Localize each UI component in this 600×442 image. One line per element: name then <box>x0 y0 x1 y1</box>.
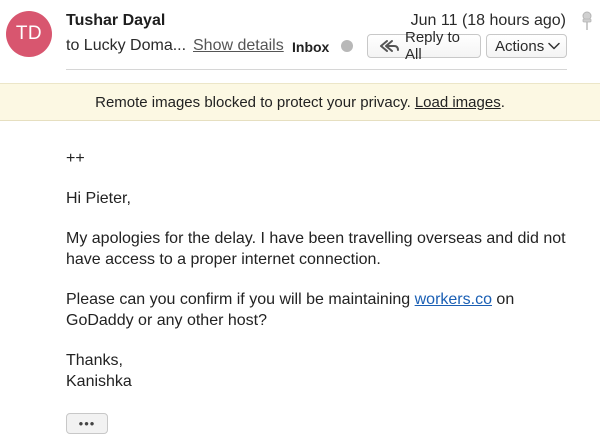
message-header: TD Tushar Dayal Jun 11 (18 hours ago) to… <box>0 0 600 84</box>
message-greeting: Hi Pieter, <box>66 190 131 207</box>
chevron-down-icon <box>548 42 560 50</box>
header-divider <box>66 69 567 70</box>
signature-text: Kanishka <box>66 373 132 390</box>
signoff-text: Thanks, <box>66 352 123 369</box>
sender-name[interactable]: Tushar Dayal <box>66 12 165 30</box>
banner-text: Remote images blocked to protect your pr… <box>95 93 411 111</box>
message-paragraph-1: My apologies for the delay. I have been … <box>66 230 566 268</box>
load-images-link[interactable]: Load images <box>415 94 501 111</box>
remote-images-banner: Remote images blocked to protect your pr… <box>0 83 600 121</box>
banner-suffix: . <box>500 93 505 111</box>
reply-all-icon <box>379 40 399 52</box>
status-dot[interactable] <box>341 40 353 52</box>
message-signoff: Thanks, Kanishka <box>66 350 586 392</box>
paragraph-2-text-before: Please can you confirm if you will be ma… <box>66 291 415 308</box>
sender-avatar: TD <box>6 11 52 57</box>
pin-icon[interactable] <box>580 11 594 31</box>
message-line-1: ++ <box>66 150 85 167</box>
show-trimmed-content-button[interactable]: ••• <box>66 413 108 434</box>
message-date: Jun 11 (18 hours ago) <box>410 12 566 29</box>
reply-all-button[interactable]: Reply to All <box>367 29 481 63</box>
workers-co-link[interactable]: workers.co <box>415 291 492 308</box>
show-details-link[interactable]: Show details <box>193 37 284 55</box>
reply-all-label: Reply to All <box>404 29 461 63</box>
message-paragraph-2: Please can you confirm if you will be ma… <box>66 289 586 331</box>
recipient-line: to Lucky Doma... <box>66 37 187 54</box>
message-body: ++ Hi Pieter, My apologies for the delay… <box>66 148 586 392</box>
folder-label[interactable]: Inbox <box>292 39 329 55</box>
actions-button[interactable]: Actions <box>486 34 567 58</box>
actions-label: Actions <box>495 37 545 55</box>
